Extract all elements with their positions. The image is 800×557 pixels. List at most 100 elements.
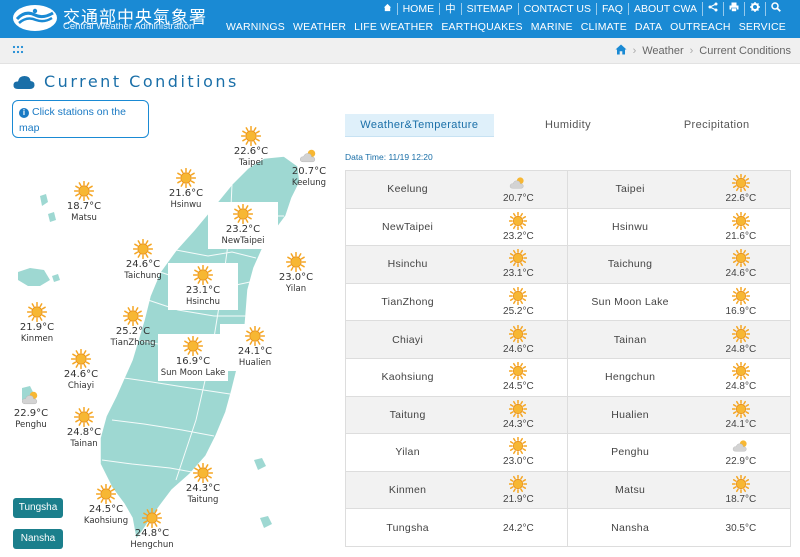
sunny-icon — [692, 287, 790, 306]
map-station-temperature: 24.8°C — [66, 427, 102, 438]
topnav-home[interactable]: HOME — [396, 3, 440, 15]
station-name-cell[interactable]: Nansha — [567, 508, 692, 547]
map-station-yilan[interactable]: 23.0°C Yilan — [261, 251, 331, 295]
station-temperature: 22.6°C — [725, 193, 757, 205]
map-station-name: NewTaipei — [221, 236, 265, 246]
sunny-icon — [692, 362, 790, 381]
station-name-cell[interactable]: NewTaipei — [345, 207, 470, 247]
tab-humidity[interactable]: Humidity — [494, 114, 643, 137]
station-name-cell[interactable]: Hsinwu — [567, 207, 692, 247]
topnav-faq[interactable]: FAQ — [595, 3, 628, 15]
map-station-sun-moon-lake[interactable]: 16.9°C Sun Moon Lake — [158, 334, 228, 381]
station-value-cell: 23.2°C — [469, 207, 569, 247]
station-name-cell[interactable]: Taipei — [567, 170, 692, 209]
station-name-cell[interactable]: Sun Moon Lake — [567, 282, 692, 322]
table-row: Chiayi 24.6°C Tainan 24.8°C — [345, 320, 791, 359]
map-hint-text: Click stations on the map — [19, 106, 126, 134]
station-name-cell[interactable]: Tainan — [567, 320, 692, 359]
map-station-name: Yilan — [285, 284, 307, 294]
station-name-cell[interactable]: Tungsha — [345, 508, 470, 547]
topnav-chinese[interactable]: 中 — [439, 3, 461, 15]
station-temperature: 23.2°C — [503, 230, 534, 242]
table-row: Tungsha 24.2°C Nansha 30.5°C — [345, 508, 791, 547]
station-value-cell: 18.7°C — [691, 470, 791, 510]
breadcrumb-weather[interactable]: Weather — [642, 45, 683, 57]
sunny-icon — [220, 325, 290, 347]
map-station-hengchun[interactable]: 24.8°C Hengchun — [117, 507, 187, 551]
topnav-contact-us[interactable]: CONTACT US — [517, 3, 596, 15]
nav-weather[interactable]: WEATHER — [289, 21, 350, 33]
page-title-area: Current Conditions — [13, 72, 239, 91]
tab-precipitation[interactable]: Precipitation — [642, 114, 791, 137]
station-name-cell[interactable]: Taichung — [567, 245, 692, 284]
station-name-cell[interactable]: Yilan — [345, 433, 470, 472]
data-type-tabs: Weather&Temperature Humidity Precipitati… — [345, 114, 791, 137]
station-value-cell: 24.8°C — [691, 357, 791, 397]
map-station-hualien[interactable]: 24.1°C Hualien — [220, 324, 290, 371]
station-value-cell: 24.6°C — [469, 320, 569, 359]
sunny-icon — [151, 167, 221, 189]
nav-data[interactable]: DATA — [631, 21, 666, 33]
map-station-tainan[interactable]: 24.8°C Tainan — [49, 406, 119, 450]
nav-service[interactable]: SERVICE — [735, 21, 790, 33]
station-value-cell: 30.5°C — [691, 508, 791, 547]
nav-climate[interactable]: CLIMATE — [577, 21, 631, 33]
station-name-cell[interactable]: Kaohsiung — [345, 357, 470, 397]
print-icon[interactable] — [723, 2, 744, 16]
home-icon[interactable] — [378, 3, 397, 15]
station-value-cell: 23.0°C — [469, 433, 569, 472]
map-station-name: Hualien — [238, 358, 272, 368]
map-station-matsu[interactable]: 18.7°C Matsu — [49, 180, 119, 224]
map-station-taitung[interactable]: 24.3°C Taitung — [168, 462, 238, 506]
nav-life-weather[interactable]: LIFE WEATHER — [350, 21, 437, 33]
topnav-about-cwa[interactable]: ABOUT CWA — [627, 3, 702, 15]
station-name-cell[interactable]: Keelung — [345, 170, 470, 209]
sunny-icon — [469, 324, 567, 343]
tab-weather-temperature[interactable]: Weather&Temperature — [345, 114, 494, 137]
nav-marine[interactable]: MARINE — [527, 21, 577, 33]
topnav-sitemap[interactable]: SITEMAP — [460, 3, 518, 15]
sunny-icon — [49, 406, 119, 428]
station-name-cell[interactable]: Matsu — [567, 470, 692, 510]
station-temperature: 24.2°C — [503, 522, 534, 534]
partly-cloudy-icon — [274, 146, 344, 166]
breadcrumb-home-icon[interactable] — [615, 43, 627, 58]
nav-warnings[interactable]: WARNINGS — [222, 21, 289, 33]
table-row: Yilan 23.0°C Penghu 22.9°C — [345, 433, 791, 472]
share-icon[interactable] — [702, 2, 723, 16]
brand-english-name[interactable]: Central Weather Administration — [63, 21, 194, 32]
station-name-cell[interactable]: Hsinchu — [345, 245, 470, 284]
search-icon[interactable] — [765, 2, 786, 16]
nav-earthquakes[interactable]: EARTHQUAKES — [437, 21, 526, 33]
partly-cloudy-icon — [0, 388, 66, 408]
station-name-cell[interactable]: Hengchun — [567, 357, 692, 397]
gear-icon[interactable] — [744, 2, 765, 16]
sunny-icon — [117, 507, 187, 529]
map-station-kinmen[interactable]: 21.9°C Kinmen — [2, 301, 72, 345]
station-name-cell[interactable]: TianZhong — [345, 282, 470, 322]
map-station-keelung[interactable]: 20.7°C Keelung — [274, 146, 344, 189]
station-value-cell: 25.2°C — [469, 282, 569, 322]
sunny-icon — [71, 483, 141, 505]
table-row: Keelung 20.7°C Taipei 22.6°C — [345, 170, 791, 209]
cwa-logo-icon[interactable] — [12, 4, 58, 32]
station-name-cell[interactable]: Kinmen — [345, 470, 470, 510]
station-value-cell: 20.7°C — [469, 170, 569, 209]
station-temperature: 25.2°C — [503, 306, 534, 318]
station-name-cell[interactable]: Penghu — [567, 433, 692, 472]
map-station-temperature: 20.7°C — [291, 166, 327, 177]
map-station-name: Matsu — [71, 213, 97, 223]
sunny-icon — [261, 251, 331, 273]
station-name-cell[interactable]: Taitung — [345, 395, 470, 435]
map-station-temperature: 24.3°C — [185, 483, 221, 494]
side-menu-toggle-icon[interactable] — [12, 45, 24, 58]
tungsha-button[interactable]: Tungsha — [13, 498, 63, 518]
map-station-hsinchu[interactable]: 23.1°C Hsinchu — [168, 263, 238, 310]
nav-outreach[interactable]: OUTREACH — [666, 21, 735, 33]
map-station-chiayi[interactable]: 24.6°C Chiayi — [46, 348, 116, 392]
station-name-cell[interactable]: Hualien — [567, 395, 692, 435]
station-name-cell[interactable]: Chiayi — [345, 320, 470, 359]
sunny-icon — [692, 475, 790, 494]
nansha-button[interactable]: Nansha — [13, 529, 63, 549]
map-station-newtaipei[interactable]: 23.2°C NewTaipei — [208, 202, 278, 249]
